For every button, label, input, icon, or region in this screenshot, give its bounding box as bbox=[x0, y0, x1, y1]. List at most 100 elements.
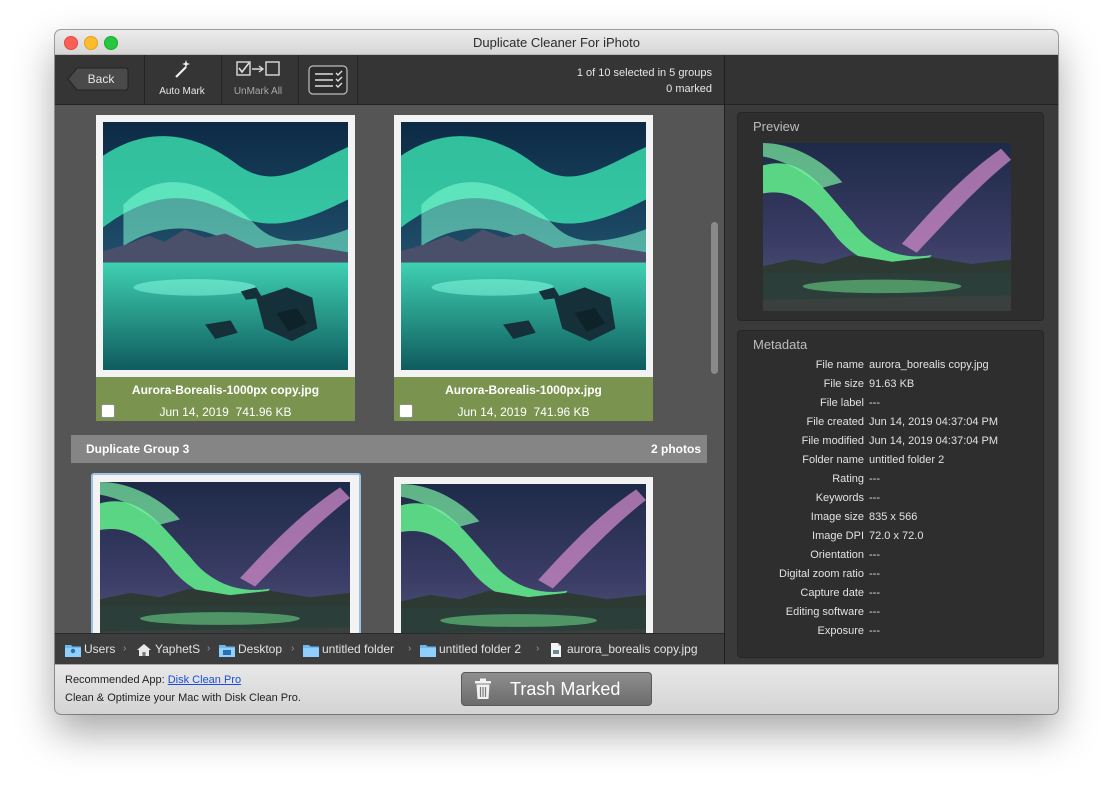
photo-thumbnail[interactable] bbox=[96, 115, 355, 377]
metadata-value: --- bbox=[869, 568, 880, 580]
chevron-right-icon: › bbox=[536, 643, 540, 654]
duplicate-group-header[interactable]: Duplicate Group 3 2 photos bbox=[71, 435, 707, 463]
photo-thumbnail[interactable] bbox=[394, 115, 653, 377]
aurora-photo bbox=[401, 484, 646, 633]
metadata-row: Capture date --- bbox=[738, 587, 1043, 606]
checklist-icon bbox=[308, 65, 348, 95]
auto-mark-button[interactable]: Auto Mark bbox=[151, 59, 213, 97]
inspector-panel: Preview Metadata File name aurora_boreali… bbox=[725, 105, 1058, 664]
metadata-value: aurora_borealis copy.jpg bbox=[869, 359, 989, 371]
metadata-value: untitled folder 2 bbox=[869, 454, 945, 466]
photo-size: 741.96 KB bbox=[235, 405, 292, 419]
metadata-panel: Metadata File name aurora_borealis copy.j… bbox=[737, 330, 1044, 658]
path-label: Desktop bbox=[238, 642, 283, 656]
metadata-key: Capture date bbox=[800, 587, 864, 599]
metadata-value: --- bbox=[869, 587, 880, 599]
preview-panel: Preview bbox=[737, 112, 1044, 321]
users-folder-icon bbox=[65, 643, 81, 657]
folder-icon bbox=[303, 643, 319, 657]
photo-details: Jun 14, 2019 741.96 KB bbox=[96, 405, 355, 419]
photo-filename: Aurora-Borealis-1000px copy.jpg bbox=[131, 383, 320, 397]
photo-thumbnail-selected[interactable] bbox=[91, 473, 361, 633]
aurora-photo bbox=[103, 122, 348, 370]
unmark-all-button[interactable]: UnMark All bbox=[225, 59, 291, 97]
chevron-right-icon: › bbox=[123, 643, 127, 654]
chevron-right-icon: › bbox=[207, 643, 211, 654]
selection-options-button[interactable] bbox=[307, 65, 349, 100]
photo-info-bar: Aurora-Borealis-1000px copy.jpg Jun 14, … bbox=[96, 377, 355, 421]
recommended-description: Clean & Optimize your Mac with Disk Clea… bbox=[65, 692, 301, 704]
path-label: Users bbox=[84, 642, 116, 656]
metadata-row: Image size 835 x 566 bbox=[738, 511, 1043, 530]
metadata-key: File modified bbox=[801, 435, 864, 447]
toolbar-divider bbox=[221, 55, 222, 104]
metadata-value: 72.0 x 72.0 bbox=[869, 530, 924, 542]
trash-marked-label: Trash Marked bbox=[510, 679, 621, 699]
metadata-key: Image size bbox=[810, 511, 864, 523]
photo-info-bar: Aurora-Borealis-1000px.jpg Jun 14, 2019 … bbox=[394, 377, 653, 421]
desktop-folder-icon bbox=[219, 643, 235, 657]
metadata-title: Metadata bbox=[753, 337, 808, 352]
metadata-key: Image DPI bbox=[812, 530, 864, 542]
path-label: aurora_borealis copy.jpg bbox=[567, 642, 698, 656]
metadata-row: Keywords --- bbox=[738, 492, 1043, 511]
metadata-key: Rating bbox=[832, 473, 864, 485]
path-label: untitled folder bbox=[322, 642, 395, 656]
group-title: Duplicate Group 3 bbox=[86, 442, 190, 456]
back-button-label: Back bbox=[87, 72, 115, 86]
metadata-key: Orientation bbox=[810, 549, 864, 561]
metadata-value: --- bbox=[869, 606, 880, 618]
vertical-scrollbar[interactable] bbox=[711, 222, 718, 374]
metadata-value: --- bbox=[869, 625, 880, 637]
selection-status: 1 of 10 selected in 5 groups 0 marked bbox=[577, 65, 712, 97]
toolbar: Back Auto Mark UnMark All 1 of 10 select… bbox=[55, 55, 724, 105]
toolbar-divider bbox=[144, 55, 145, 104]
metadata-value: 91.63 KB bbox=[869, 378, 915, 390]
home-icon bbox=[137, 644, 151, 656]
metadata-key: Exposure bbox=[817, 625, 864, 637]
metadata-row: File name aurora_borealis copy.jpg bbox=[738, 359, 1043, 378]
preview-image bbox=[763, 143, 1011, 311]
recommended-prefix: Recommended App: bbox=[65, 674, 165, 686]
metadata-row: Editing software --- bbox=[738, 606, 1043, 625]
metadata-value: Jun 14, 2019 04:37:04 PM bbox=[869, 435, 999, 447]
recommended-app: Recommended App: Disk Clean Pro bbox=[65, 674, 241, 686]
metadata-value: --- bbox=[869, 549, 880, 561]
metadata-row: File label --- bbox=[738, 397, 1043, 416]
group-count: 2 photos bbox=[651, 442, 701, 456]
metadata-key: File size bbox=[823, 378, 864, 390]
metadata-row: File modified Jun 14, 2019 04:37:04 PM bbox=[738, 435, 1043, 454]
aurora-photo bbox=[100, 482, 350, 633]
photo-date: Jun 14, 2019 bbox=[159, 405, 229, 419]
path-label: untitled folder 2 bbox=[439, 642, 522, 656]
metadata-row: Digital zoom ratio --- bbox=[738, 568, 1043, 587]
auto-mark-label: Auto Mark bbox=[159, 86, 205, 97]
photo-date: Jun 14, 2019 bbox=[457, 405, 527, 419]
photo-details: Jun 14, 2019 741.96 KB bbox=[394, 405, 653, 419]
toolbar-divider bbox=[298, 55, 299, 104]
metadata-key: Folder name bbox=[802, 454, 864, 466]
chevron-right-icon: › bbox=[291, 643, 295, 654]
metadata-key: Digital zoom ratio bbox=[779, 568, 864, 580]
marked-count: 0 marked bbox=[666, 83, 712, 95]
app-window: Duplicate Cleaner For iPhoto Back Auto M… bbox=[55, 30, 1058, 714]
metadata-row: Image DPI 72.0 x 72.0 bbox=[738, 530, 1043, 549]
metadata-value: Jun 14, 2019 04:37:04 PM bbox=[869, 416, 999, 428]
disk-clean-pro-link[interactable]: Disk Clean Pro bbox=[168, 674, 241, 686]
aurora-photo bbox=[401, 122, 646, 370]
toolbar-divider bbox=[357, 55, 358, 104]
trash-marked-button[interactable]: Trash Marked bbox=[461, 672, 652, 706]
metadata-key: Editing software bbox=[785, 606, 864, 618]
metadata-value: 835 x 566 bbox=[869, 511, 918, 523]
photo-filename: Aurora-Borealis-1000px.jpg bbox=[445, 383, 602, 397]
folder-icon bbox=[420, 643, 436, 657]
metadata-row: Rating --- bbox=[738, 473, 1043, 492]
metadata-value: --- bbox=[869, 473, 880, 485]
unmark-all-label: UnMark All bbox=[233, 86, 283, 97]
window-title: Duplicate Cleaner For iPhoto bbox=[473, 35, 640, 50]
selection-count: 1 of 10 selected in 5 groups bbox=[576, 67, 712, 79]
photo-thumbnail[interactable] bbox=[394, 477, 653, 633]
back-button[interactable]: Back bbox=[67, 67, 129, 91]
metadata-row: File created Jun 14, 2019 04:37:04 PM bbox=[738, 416, 1043, 435]
trash-icon bbox=[475, 678, 491, 699]
